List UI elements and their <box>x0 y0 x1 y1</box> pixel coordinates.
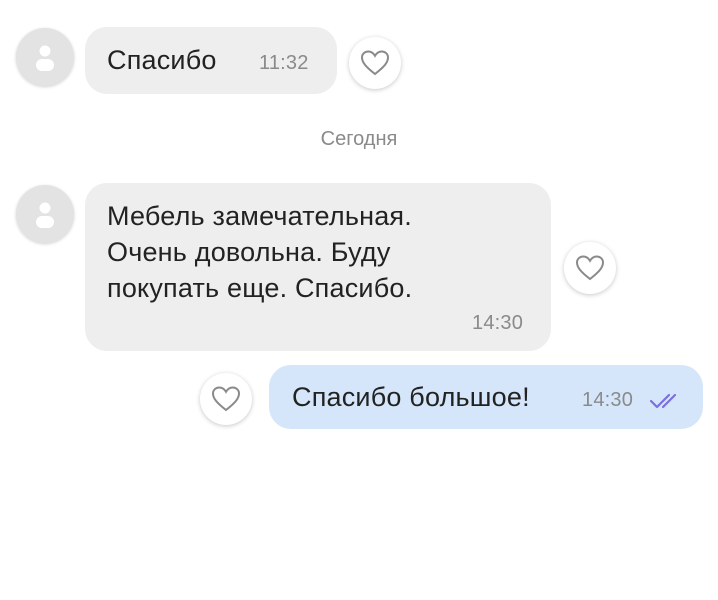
message-text: Спасибо большое! <box>292 382 530 412</box>
chat-area: Спасибо 11:32 Сегодня Мебель замечательн… <box>0 0 718 600</box>
sender-avatar[interactable] <box>16 28 74 86</box>
heart-outline-icon <box>575 255 605 281</box>
user-placeholder-icon <box>36 45 54 71</box>
message-text: Спасибо <box>107 45 217 75</box>
like-button[interactable] <box>200 373 252 425</box>
double-check-icon <box>649 393 677 409</box>
message-bubble-incoming[interactable]: Спасибо 11:32 <box>85 27 337 94</box>
heart-outline-icon <box>211 386 241 412</box>
message-bubble-incoming[interactable]: Мебель замечательная. Очень довольна. Бу… <box>85 183 551 351</box>
like-button[interactable] <box>564 242 616 294</box>
message-bubble-outgoing[interactable]: Спасибо большое! 14:30 <box>269 365 703 429</box>
date-separator: Сегодня <box>320 128 398 150</box>
like-button[interactable] <box>349 37 401 89</box>
message-text: Мебель замечательная. Очень довольна. Бу… <box>107 201 413 303</box>
user-placeholder-icon <box>36 202 54 228</box>
message-time: 14:30 <box>582 389 634 411</box>
message-time: 11:32 <box>259 52 309 74</box>
sender-avatar[interactable] <box>16 185 74 243</box>
heart-outline-icon <box>360 50 390 76</box>
message-time: 14:30 <box>472 312 524 334</box>
